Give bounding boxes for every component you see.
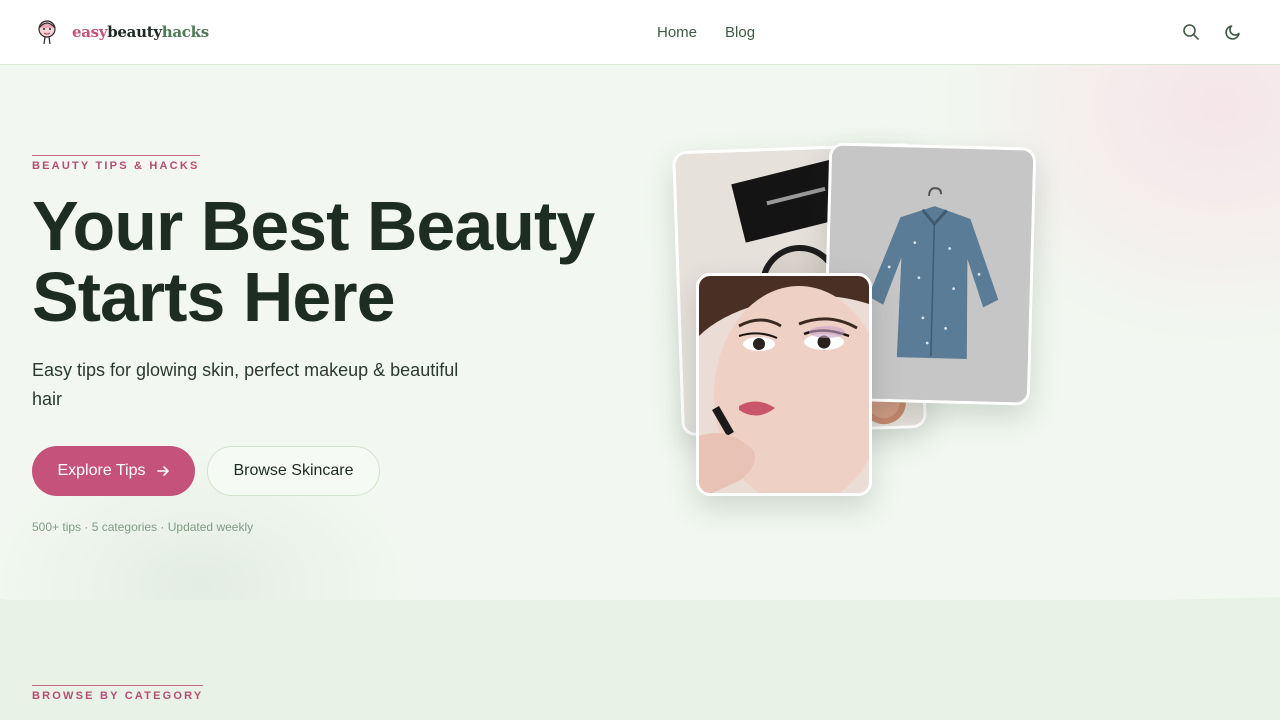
browse-category-section (0, 600, 1280, 720)
hero-title-line1: Your Best Beauty (32, 187, 595, 265)
site-header: easybeautyhacks Home Blog (0, 0, 1280, 65)
browse-category-eyebrow: BROWSE BY CATEGORY (32, 685, 204, 702)
moon-icon[interactable] (1224, 23, 1242, 41)
arrow-right-icon (156, 466, 169, 476)
logo-text: easybeautyhacks (72, 23, 209, 41)
main-nav: Home Blog (657, 0, 755, 64)
hero-subtitle: Easy tips for glowing skin, perfect make… (32, 360, 459, 409)
logo-text-easy: easy (72, 23, 108, 41)
search-icon[interactable] (1182, 23, 1200, 41)
hero-stats: 500+ tips · 5 categories · Updated weekl… (32, 520, 254, 534)
nav-home-link[interactable]: Home (657, 24, 697, 41)
logo-face-icon (38, 20, 56, 45)
explore-tips-button[interactable]: Explore Tips (32, 446, 195, 496)
explore-tips-label: Explore Tips (57, 462, 146, 479)
hero-eyebrow: BEAUTY TIPS & HACKS (32, 155, 200, 172)
hero-title-line2: Starts Here (32, 258, 396, 336)
logo-text-beauty: beauty (107, 23, 162, 41)
hero-section: BEAUTY TIPS & HACKS Your Best Beauty Sta… (0, 65, 1280, 610)
hero-title: Your Best Beauty Starts Here (32, 191, 632, 333)
browse-skincare-button[interactable]: Browse Skincare (207, 446, 380, 496)
logo-text-hacks: hacks (161, 23, 209, 41)
header-actions (1182, 0, 1242, 64)
logo[interactable]: easybeautyhacks (32, 17, 209, 47)
nav-blog-link[interactable]: Blog (725, 24, 755, 41)
woman-applying-lipstick-photo (696, 273, 872, 496)
